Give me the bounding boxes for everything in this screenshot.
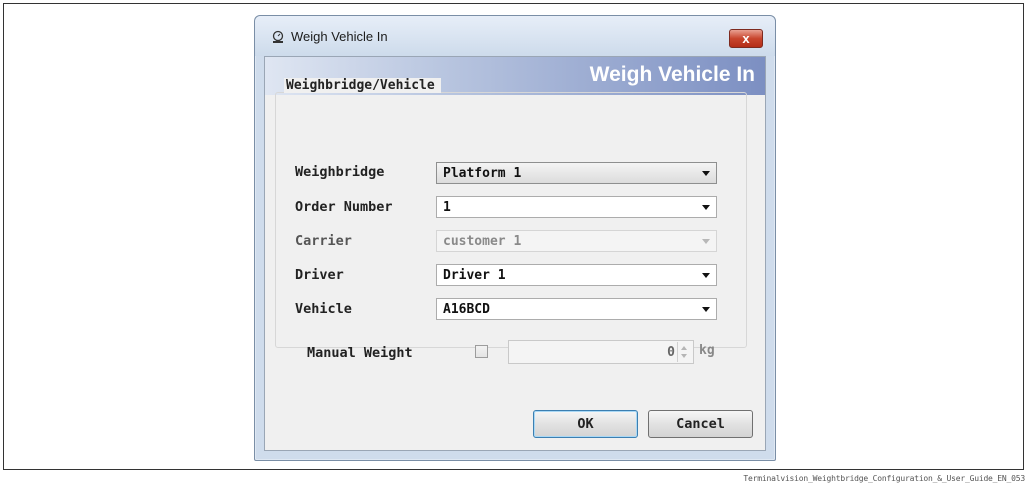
driver-value: Driver 1 bbox=[443, 268, 506, 283]
manual-weight-stepper: 0 bbox=[508, 340, 694, 364]
manual-weight-label: Manual Weight bbox=[307, 345, 413, 361]
banner-title: Weigh Vehicle In bbox=[589, 63, 755, 86]
carrier-label: Carrier bbox=[295, 233, 352, 249]
weighbridge-label: Weighbridge bbox=[295, 164, 385, 180]
chevron-down-icon[interactable] bbox=[702, 273, 710, 278]
chevron-down-icon[interactable] bbox=[702, 205, 710, 210]
weighbridge-value: Platform 1 bbox=[443, 166, 522, 181]
weighbridge-select[interactable]: Platform 1 bbox=[436, 162, 717, 184]
carrier-value: customer 1 bbox=[443, 234, 522, 249]
window-title: Weigh Vehicle In bbox=[291, 29, 388, 44]
driver-label: Driver bbox=[295, 267, 344, 283]
chevron-down-icon bbox=[702, 239, 710, 244]
group-title: Weighbridge/Vehicle bbox=[284, 78, 441, 93]
vehicle-combo[interactable]: A16BCD bbox=[436, 298, 717, 320]
scale-icon bbox=[272, 30, 284, 43]
chevron-down-icon[interactable] bbox=[702, 307, 710, 312]
weight-unit-label: kg bbox=[699, 343, 715, 358]
title-bar[interactable]: Weigh Vehicle In x bbox=[255, 16, 775, 56]
spin-down-icon bbox=[681, 354, 687, 358]
spin-up-icon bbox=[681, 346, 687, 350]
vehicle-value: A16BCD bbox=[443, 302, 490, 317]
order-number-label: Order Number bbox=[295, 199, 393, 215]
carrier-combo: customer 1 bbox=[436, 230, 717, 252]
chevron-down-icon[interactable] bbox=[702, 171, 710, 176]
ok-button[interactable]: OK bbox=[533, 410, 638, 438]
driver-combo[interactable]: Driver 1 bbox=[436, 264, 717, 286]
close-button[interactable]: x bbox=[729, 29, 763, 48]
spin-buttons bbox=[677, 342, 692, 362]
order-number-combo[interactable]: 1 bbox=[436, 196, 717, 218]
weigh-vehicle-in-dialog: Weigh Vehicle In x Weigh Vehicle In Weig… bbox=[254, 15, 776, 461]
vehicle-label: Vehicle bbox=[295, 301, 352, 317]
figure-caption: Terminalvision_Weightbridge_Configuratio… bbox=[743, 474, 1025, 483]
order-number-value: 1 bbox=[443, 200, 451, 215]
manual-weight-checkbox[interactable] bbox=[475, 345, 488, 358]
close-icon: x bbox=[742, 31, 750, 46]
cancel-button[interactable]: Cancel bbox=[648, 410, 753, 438]
manual-weight-value: 0 bbox=[667, 345, 675, 360]
